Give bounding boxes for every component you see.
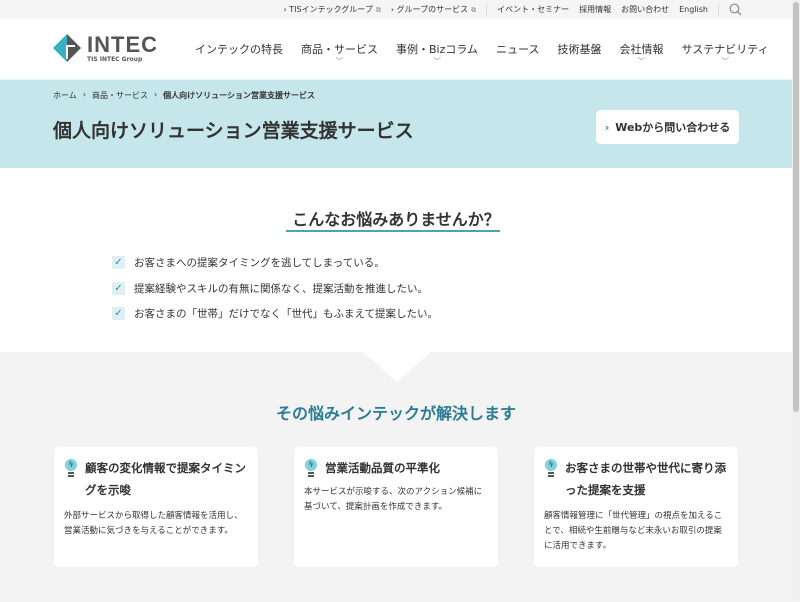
check-icon: ✓ xyxy=(112,307,125,321)
concern-text: 提案経験やスキルの有無に関係なく、提案活動を推進したい。 xyxy=(134,282,428,295)
chevron-down-icon: ﹀ xyxy=(637,57,646,66)
divider xyxy=(486,3,488,16)
link-events[interactable]: イベント・セミナー xyxy=(497,4,569,15)
link-label: TISインテックグループ xyxy=(289,5,373,14)
nav-cases[interactable]: 事例・Bizコラム ﹀ xyxy=(396,41,478,67)
concerns-list: ✓ お客さまへの提案タイミングを逃してしまっている。 ✓ 提案経験やスキルの有無に関… xyxy=(112,250,438,327)
divider xyxy=(718,3,719,16)
link-label: グループのサービス xyxy=(396,5,469,14)
intec-logo-mark xyxy=(53,34,81,62)
chevron-down-icon: ﹀ xyxy=(721,57,730,66)
breadcrumb: ホーム › 商品・サービス › 個人向けソリューション営業支援サービス xyxy=(53,90,315,101)
solutions-heading: その悩みインテックが解決します xyxy=(275,404,516,423)
check-icon: ✓ xyxy=(112,281,125,295)
nav-label: 事例・Bizコラム xyxy=(396,43,479,56)
check-icon: ✓ xyxy=(112,256,125,270)
lightbulb-icon: ϟ xyxy=(544,459,558,479)
card-title: 顧客の変化情報で提案タイミングを示唆 xyxy=(85,461,246,497)
card-body: 本サービスが示唆する、次のアクション候補に基づいて、提案計画を作成できます。 xyxy=(304,487,483,512)
solutions-section: その悩みインテックが解決します ϟ 顧客の変化情報で提案タイミングを示唆 外部サー… xyxy=(0,352,792,602)
nav-label: サステナビリティ xyxy=(681,43,769,56)
chevron-right-icon: › xyxy=(283,5,287,14)
heading-underline xyxy=(286,230,500,232)
link-careers[interactable]: 採用情報 xyxy=(579,4,611,15)
external-link-icon: ⧉ xyxy=(471,6,477,14)
link-english[interactable]: English xyxy=(679,5,708,14)
logo-subtext: TIS INTEC Group xyxy=(87,55,143,63)
chevron-down-icon: ﹀ xyxy=(433,57,442,66)
nav-news[interactable]: ニュース xyxy=(496,41,539,67)
logo-text: INTEC xyxy=(87,31,158,57)
chevron-right-icon: › xyxy=(82,90,86,99)
concern-text: お客さまへの提案タイミングを逃してしまっている。 xyxy=(134,257,385,270)
breadcrumb-products[interactable]: 商品・サービス xyxy=(92,90,148,101)
link-group-services[interactable]: › グループのサービス ⧉ xyxy=(391,4,476,15)
logo[interactable]: INTEC TIS INTEC Group xyxy=(53,33,158,63)
list-item: ✓ お客さまの「世帯」だけでなく「世代」もふまえて提案したい。 xyxy=(112,301,438,327)
concern-text: お客さまの「世帯」だけでなく「世代」もふまえて提案したい。 xyxy=(134,308,438,321)
scrollbar[interactable] xyxy=(792,0,800,600)
list-item: ✓ 提案経験やスキルの有無に関係なく、提案活動を推進したい。 xyxy=(112,276,438,302)
concerns-section: こんなお悩みありませんか？ ✓ お客さまへの提案タイミングを逃してしまっている。 … xyxy=(0,168,792,382)
breadcrumb-home[interactable]: ホーム xyxy=(53,90,77,101)
search-icon[interactable] xyxy=(729,3,742,16)
card-body: 顧客情報管理に「世代管理」の視点を加えることで、相続や生前贈与など末永いお取引の… xyxy=(544,511,723,551)
nav-label: 会社情報 xyxy=(619,43,664,56)
breadcrumb-current: 個人向けソリューション営業支援サービス xyxy=(163,91,316,100)
utility-nav: › TISインテックグループ ⧉ › グループのサービス ⧉ イベント・セミナー 採… xyxy=(0,0,792,19)
nav-technology[interactable]: 技術基盤 xyxy=(558,41,602,67)
solution-card: ϟ 営業活動品質の平準化 本サービスが示唆する、次のアクション候補に基づいて、提案… xyxy=(294,447,498,567)
web-contact-button[interactable]: › Webから問い合わせる xyxy=(596,110,739,144)
nav-label: インテックの特長 xyxy=(195,43,283,56)
page: › TISインテックグループ ⧉ › グループのサービス ⧉ イベント・セミナー 採… xyxy=(0,0,792,602)
nav-label: 技術基盤 xyxy=(557,43,602,56)
solution-card: ϟ お客さまの世帯や世代に寄り添った提案を支援 顧客情報管理に「世代管理」の視点を… xyxy=(534,447,738,567)
scrollbar-thumb[interactable] xyxy=(793,2,799,412)
link-tis-group[interactable]: › TISインテックグループ ⧉ xyxy=(284,4,381,15)
nav-label: ニュース xyxy=(496,43,540,56)
chevron-down-icon: ﹀ xyxy=(335,57,344,66)
external-link-icon: ⧉ xyxy=(375,6,381,14)
concerns-heading: こんなお悩みありませんか？ xyxy=(292,210,500,229)
lightbulb-icon: ϟ xyxy=(304,459,318,479)
chevron-right-icon: › xyxy=(390,5,395,14)
nav-products[interactable]: 商品・サービス ﹀ xyxy=(301,41,378,67)
lightbulb-icon: ϟ xyxy=(64,459,78,479)
solution-card: ϟ 顧客の変化情報で提案タイミングを示唆 外部サービスから取得した顧客情報を活用し… xyxy=(54,447,258,567)
button-label: Webから問い合わせる xyxy=(615,121,731,134)
hero: ホーム › 商品・サービス › 個人向けソリューション営業支援サービス 個人向けソリ… xyxy=(0,80,792,168)
nav-sustainability[interactable]: サステナビリティ ﹀ xyxy=(682,41,769,67)
nav-company[interactable]: 会社情報 ﹀ xyxy=(620,41,664,67)
chevron-right-icon: › xyxy=(153,90,158,99)
link-contact[interactable]: お問い合わせ xyxy=(621,4,669,15)
main-nav: インテックの特長 商品・サービス ﹀ 事例・Bizコラム ﹀ ニュース 技術基盤 会… xyxy=(195,41,787,67)
card-title: お客さまの世帯や世代に寄り添った提案を支援 xyxy=(565,461,726,497)
page-title: 個人向けソリューション営業支援サービス xyxy=(53,120,414,142)
list-item: ✓ お客さまへの提案タイミングを逃してしまっている。 xyxy=(112,250,438,276)
chevron-right-icon: › xyxy=(604,120,610,134)
nav-features[interactable]: インテックの特長 xyxy=(195,41,283,67)
card-body: 外部サービスから取得した顧客情報を活用し、営業活動に気づきを与えることができます… xyxy=(64,511,243,536)
nav-label: 商品・サービス xyxy=(301,43,378,56)
header: INTEC TIS INTEC Group インテックの特長 商品・サービス ﹀ … xyxy=(0,19,792,80)
card-title: 営業活動品質の平準化 xyxy=(325,461,440,475)
